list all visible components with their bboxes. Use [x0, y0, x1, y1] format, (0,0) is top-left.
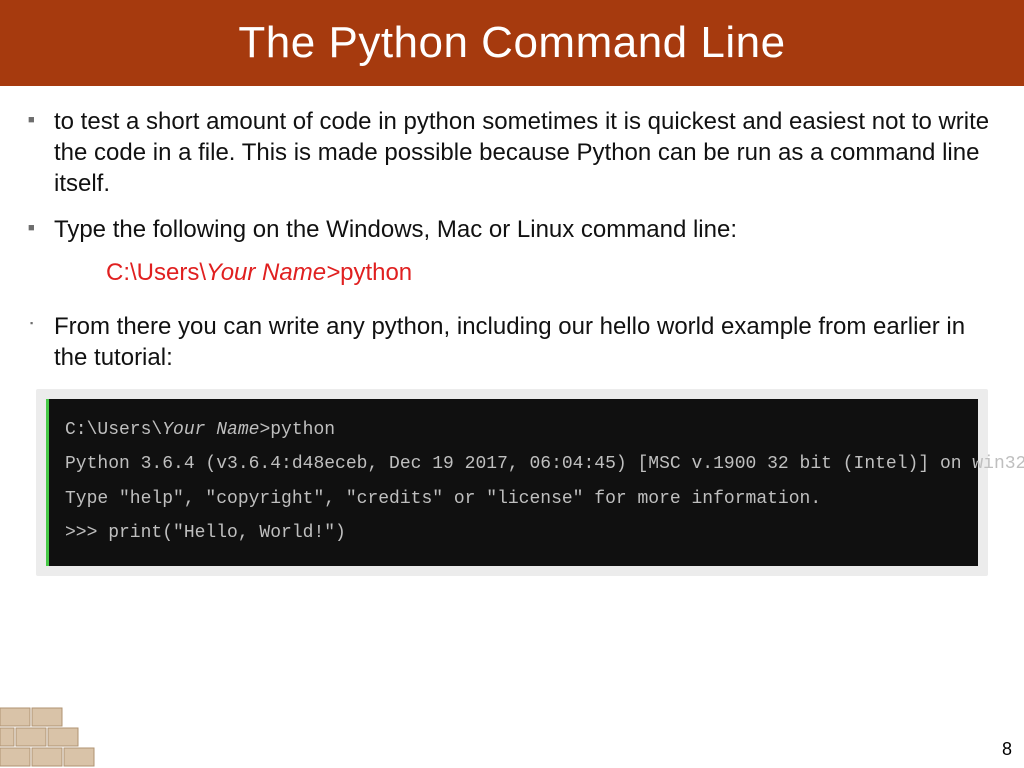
bullet-item: From there you can write any python, inc…	[28, 311, 996, 373]
terminal-line: Python 3.6.4 (v3.6.4:d48eceb, Dec 19 201…	[65, 447, 962, 481]
slide-title: The Python Command Line	[0, 18, 1024, 68]
bullet-item: Type the following on the Windows, Mac o…	[28, 214, 996, 245]
command-username: Your Name	[206, 259, 326, 286]
slide-content: to test a short amount of code in python…	[0, 86, 1024, 576]
command-text: python	[340, 259, 412, 286]
terminal-container: C:\Users\Your Name>python Python 3.6.4 (…	[36, 389, 988, 576]
command-example: C:\Users\Your Name>python	[106, 259, 996, 287]
terminal-prefix: C:\Users\	[65, 420, 162, 440]
bullet-item: to test a short amount of code in python…	[28, 106, 996, 200]
brick-decoration-icon	[0, 698, 100, 768]
terminal-username: Your Name	[162, 420, 259, 440]
terminal-line: >>> print("Hello, World!")	[65, 516, 962, 550]
terminal-rest: >python	[259, 420, 335, 440]
command-gt: >	[326, 259, 340, 286]
command-prefix: C:\Users\	[106, 259, 206, 286]
terminal-line: Type "help", "copyright", "credits" or "…	[65, 482, 962, 516]
bullet-list-2: From there you can write any python, inc…	[28, 311, 996, 373]
title-bar: The Python Command Line	[0, 0, 1024, 86]
terminal-line: C:\Users\Your Name>python	[65, 413, 962, 447]
bullet-list: to test a short amount of code in python…	[28, 106, 996, 245]
terminal: C:\Users\Your Name>python Python 3.6.4 (…	[46, 399, 978, 566]
slide: The Python Command Line to test a short …	[0, 0, 1024, 768]
page-number: 8	[1002, 739, 1012, 760]
